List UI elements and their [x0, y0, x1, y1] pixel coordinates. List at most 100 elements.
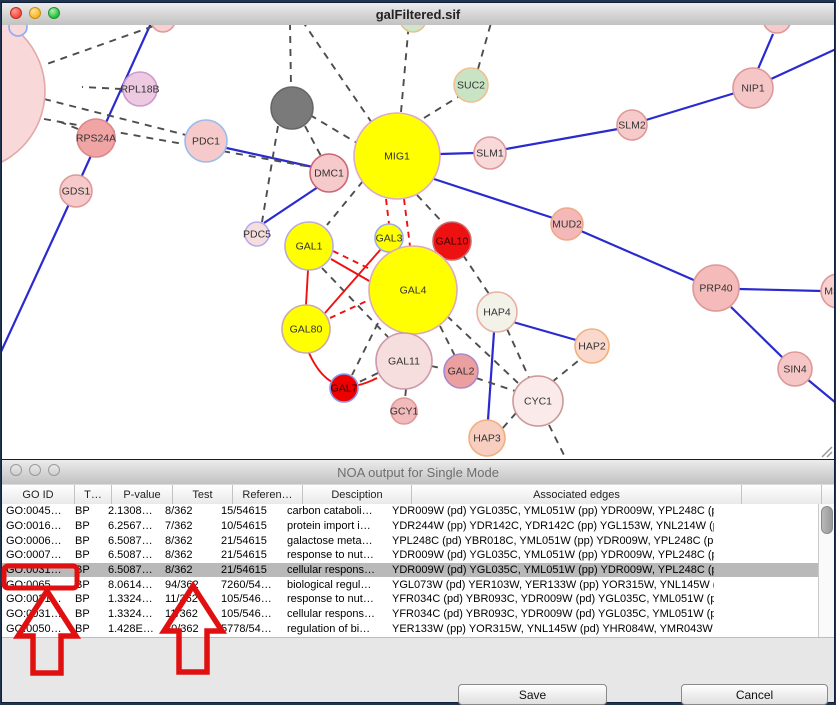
graph-node-label: SIN4 — [783, 364, 807, 376]
table-cell-p_value: 1.3324… — [104, 593, 161, 605]
table-row[interactable]: GO:0031…BP6.5087…8/36221/54615cellular r… — [2, 563, 818, 578]
column-header-go_id[interactable]: GO ID — [2, 485, 75, 504]
graph-edge — [478, 25, 491, 69]
graph-node[interactable] — [9, 25, 27, 36]
table-cell-description: response to nut… — [283, 549, 388, 561]
table-cell-description: carbon cataboli… — [283, 505, 388, 517]
graph-edge — [440, 326, 455, 356]
column-header-p_value[interactable]: P-value — [112, 485, 173, 504]
table-cell-go_id: GO:0065… — [2, 579, 71, 591]
cancel-button[interactable]: Cancel — [681, 684, 828, 705]
table-cell-p_value: 1.428E… — [104, 623, 161, 635]
graph-node-label: GAL80 — [290, 324, 323, 336]
graph-edge — [352, 323, 378, 375]
column-header-reference[interactable]: Referen… — [233, 485, 303, 504]
column-header-edges[interactable]: Associated edges — [412, 485, 742, 504]
table-cell-type: BP — [71, 608, 104, 620]
table-row[interactable]: GO:0031…BP1.3324…11/362105/546…cellular … — [2, 607, 818, 622]
graph-edge — [552, 357, 583, 382]
minimize-button[interactable] — [29, 464, 41, 476]
table-cell-p_value: 8.0614… — [104, 579, 161, 591]
graph-edge — [330, 299, 371, 318]
table-cell-p_value: 6.5087… — [104, 549, 161, 561]
graph-node-label: SUC2 — [457, 80, 485, 92]
table-cell-reference: 105/546… — [217, 593, 283, 605]
vertical-scrollbar[interactable] — [818, 504, 834, 637]
graph-edge — [262, 126, 278, 222]
graph-edge — [386, 199, 389, 224]
graph-edge — [513, 322, 576, 340]
table-cell-description: protein import i… — [283, 520, 388, 532]
graph-node[interactable] — [271, 87, 313, 129]
noa-window-title: NOA output for Single Mode — [337, 465, 499, 480]
table-cell-reference: 21/54615 — [217, 549, 283, 561]
graph-window-title: galFiltered.sif — [376, 7, 461, 22]
table-cell-description: biological regul… — [283, 579, 388, 591]
table-cell-test: 11/362 — [161, 593, 217, 605]
graph-node[interactable] — [2, 25, 45, 171]
zoom-button[interactable] — [48, 464, 60, 476]
graph-node-label: RPL18B — [120, 84, 159, 96]
noa-window-titlebar[interactable]: NOA output for Single Mode — [2, 460, 834, 485]
table-cell-type: BP — [71, 535, 104, 547]
minimize-button[interactable] — [29, 7, 41, 19]
graph-node-label: SLM1 — [476, 148, 504, 160]
table-cell-reference: 7260/54… — [217, 579, 283, 591]
table-row[interactable]: GO:0006…BP6.5087…8/36221/54615galactose … — [2, 533, 818, 548]
table-cell-p_value: 6.5087… — [104, 564, 161, 576]
table-row[interactable]: GO:0050…BP1.428E…80/3625778/54…regulatio… — [2, 622, 818, 637]
table-cell-type: BP — [71, 579, 104, 591]
column-header-spare[interactable] — [742, 485, 822, 504]
graph-edge — [310, 115, 357, 143]
zoom-button[interactable] — [48, 7, 60, 19]
graph-edge — [758, 34, 773, 69]
table-cell-test: 8/362 — [161, 505, 217, 517]
graph-edge — [417, 195, 444, 224]
graph-node[interactable] — [763, 25, 791, 33]
table-cell-p_value: 2.1308… — [104, 505, 161, 517]
column-header-type[interactable]: T… — [75, 485, 112, 504]
graph-node-label: GDS1 — [62, 186, 91, 198]
graph-node-label: CYC1 — [524, 396, 552, 408]
graph-edge — [739, 289, 822, 291]
table-cell-go_id: GO:0031… — [2, 608, 71, 620]
close-button[interactable] — [10, 7, 22, 19]
graph-node-label: PRP40 — [699, 283, 732, 295]
column-header-description[interactable]: Desciption — [303, 485, 412, 504]
graph-window: galFiltered.sif RPL18BRPS24AGDS1PDC1DMC1… — [2, 3, 834, 459]
table-row[interactable]: GO:0031…BP1.3324…11/362105/546…response … — [2, 592, 818, 607]
graph-node-label: GAL3 — [376, 233, 403, 245]
graph-node[interactable] — [400, 25, 426, 32]
graph-edge — [581, 231, 696, 281]
resize-grip[interactable] — [819, 444, 833, 458]
save-button[interactable]: Save — [458, 684, 607, 705]
column-header-test[interactable]: Test — [173, 485, 233, 504]
close-button[interactable] — [10, 464, 22, 476]
table-row[interactable]: GO:0045…BP2.1308…8/36215/54615carbon cat… — [2, 504, 818, 519]
graph-node-label: GAL10 — [436, 236, 469, 248]
graph-edge — [333, 251, 370, 269]
graph-edge — [401, 25, 409, 112]
graph-node[interactable] — [151, 25, 175, 32]
graph-node-label: RPS24A — [76, 133, 116, 145]
table-row[interactable]: GO:0016…BP6.2567…7/36210/54615protein im… — [2, 519, 818, 534]
graph-node-label: MIG1 — [384, 151, 410, 163]
table-cell-go_id: GO:0045… — [2, 505, 71, 517]
table-cell-reference: 21/54615 — [217, 564, 283, 576]
table-row[interactable]: GO:0065…BP8.0614…94/3627260/54…biologica… — [2, 577, 818, 592]
graph-node-label: DMC1 — [314, 168, 344, 180]
table-cell-reference: 10/54615 — [217, 520, 283, 532]
table-row[interactable]: GO:0007…BP6.5087…8/36221/54615response t… — [2, 548, 818, 563]
graph-edge — [290, 25, 291, 87]
table-cell-edges: YDR009W (pd) YGL035C, YML051W (pp) YDR00… — [388, 549, 714, 561]
graph-edge — [506, 129, 618, 149]
table-rows: GO:0045…BP2.1308…8/36215/54615carbon cat… — [2, 504, 818, 637]
graph-node-label: PDC5 — [243, 229, 271, 241]
graph-node-label: NIP1 — [741, 83, 765, 95]
table-cell-description: regulation of bi… — [283, 623, 388, 635]
network-canvas[interactable]: RPL18BRPS24AGDS1PDC1DMC1MIG1SLM1SLM2NIP1… — [2, 25, 834, 459]
table-cell-type: BP — [71, 623, 104, 635]
graph-node-label: HAP3 — [473, 433, 501, 445]
scrollbar-thumb[interactable] — [821, 506, 833, 534]
graph-window-titlebar[interactable]: galFiltered.sif — [2, 3, 834, 26]
